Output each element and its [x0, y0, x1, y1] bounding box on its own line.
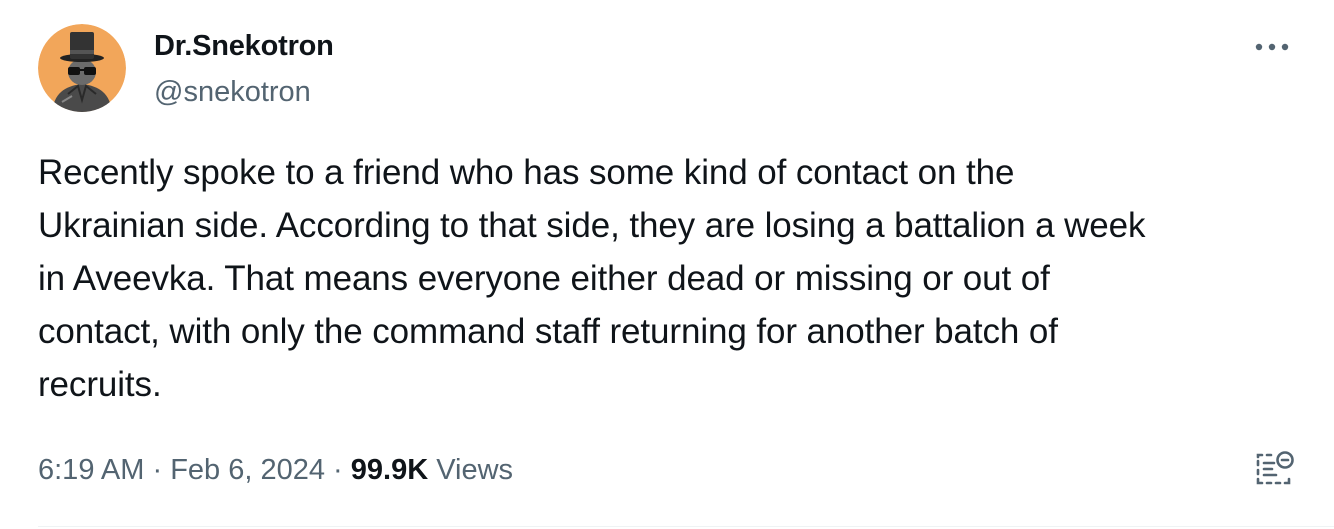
tweet-text: Recently spoke to a friend who has some …: [38, 153, 1146, 404]
author-display-name[interactable]: Dr.Snekotron: [154, 28, 334, 64]
meta-separator: ·: [333, 454, 351, 486]
views-count: 99.9K: [350, 454, 429, 486]
divider: [38, 526, 1334, 527]
avatar[interactable]: [38, 24, 126, 112]
author-handle[interactable]: @snekotron: [154, 74, 334, 110]
cartoon-figure-top-hat-avatar-icon: [38, 24, 126, 112]
author-info: Dr.Snekotron @snekotron: [154, 28, 334, 110]
tweet-card: Dr.Snekotron @snekotron Recently spoke t…: [0, 0, 1334, 529]
views-label: Views: [436, 454, 514, 486]
more-options-button[interactable]: [1252, 32, 1292, 62]
post-analytics-icon: [1256, 451, 1294, 485]
more-horizontal-icon: [1255, 43, 1289, 51]
tweet-date[interactable]: Feb 6, 2024: [170, 454, 325, 486]
views-link[interactable]: 99.9K Views: [351, 454, 513, 486]
tweet-time[interactable]: 6:19 AM: [38, 454, 144, 486]
tweet-metadata: 6:19 AM · Feb 6, 2024 · 99.9K Views: [38, 448, 513, 492]
meta-separator: ·: [152, 454, 171, 486]
post-analytics-button[interactable]: [1254, 449, 1296, 491]
